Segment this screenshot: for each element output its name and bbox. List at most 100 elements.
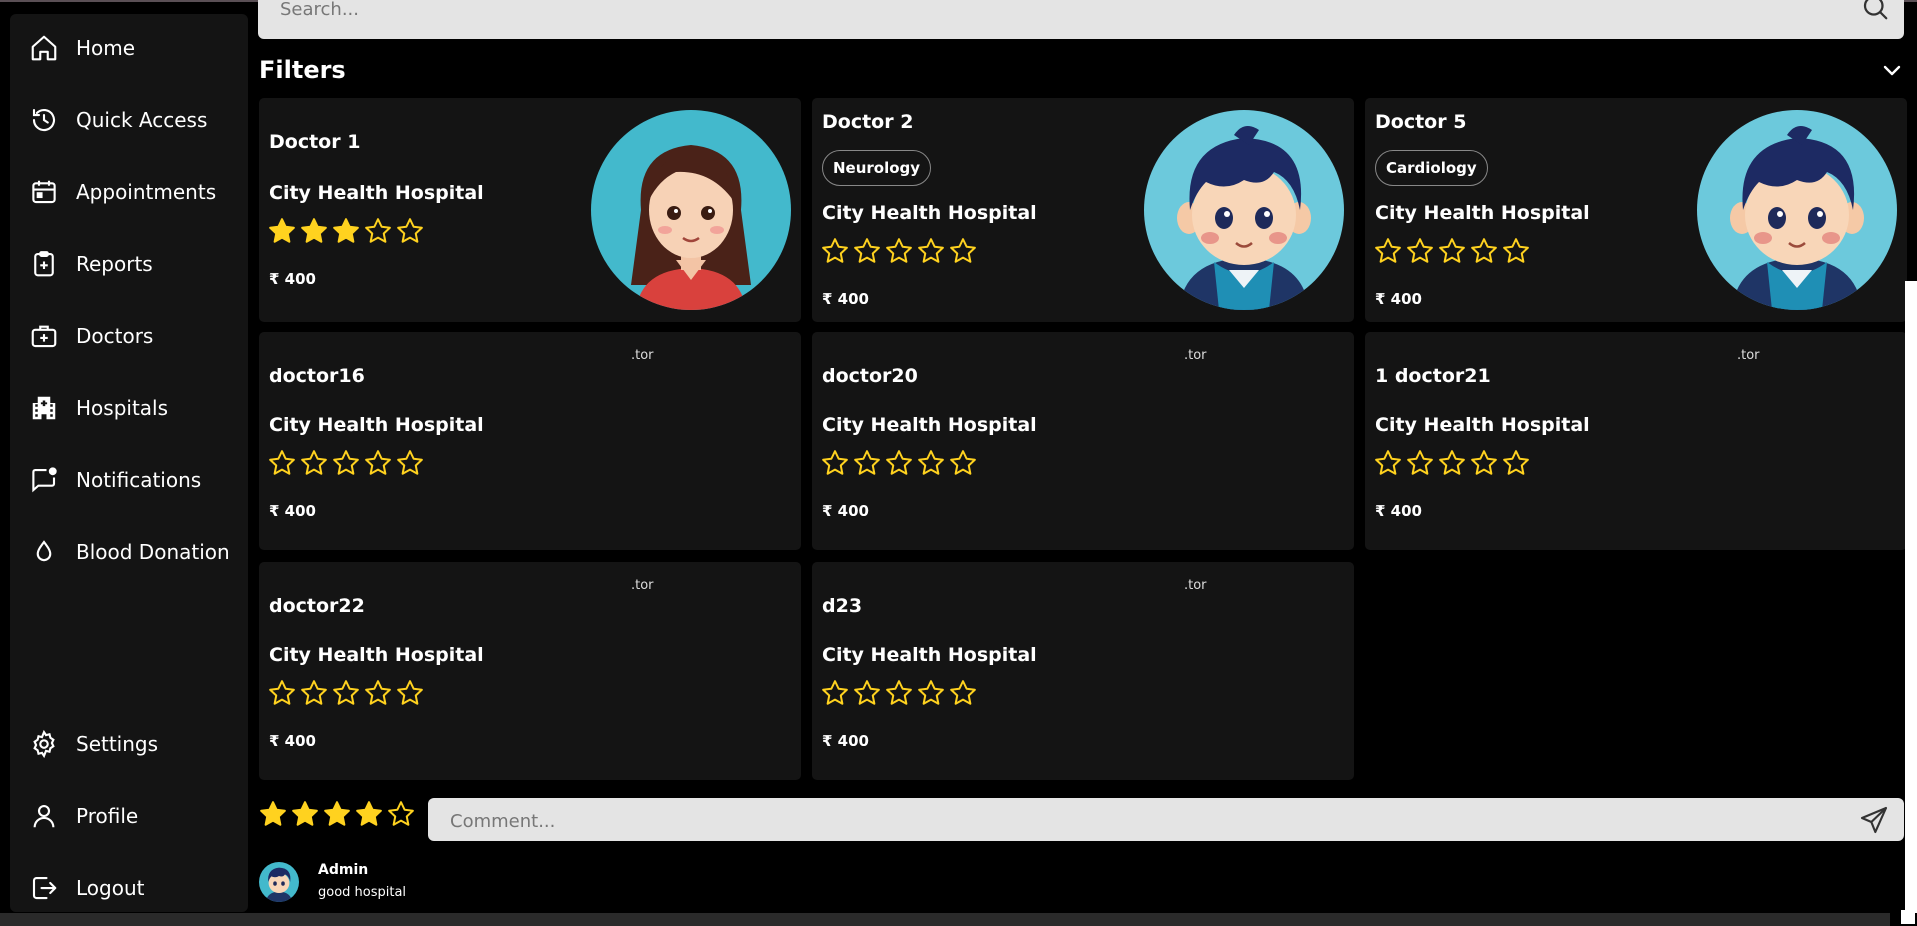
star-outline-icon bbox=[333, 450, 359, 475]
search-bar bbox=[258, 0, 1904, 39]
doctor-rating bbox=[267, 678, 425, 708]
sidebar-item-label: Home bbox=[76, 36, 136, 60]
broken-image-alt: .tor bbox=[1737, 348, 1760, 363]
star-outline-icon bbox=[950, 238, 976, 263]
star-outline-icon bbox=[397, 218, 423, 243]
doctor-avatar-female bbox=[591, 110, 791, 310]
doctor-rating bbox=[267, 216, 425, 246]
star-filled-icon[interactable] bbox=[258, 799, 288, 829]
star-filled-icon[interactable] bbox=[322, 799, 352, 829]
sidebar-item-appointments[interactable]: Appointments bbox=[28, 172, 243, 212]
broken-image-alt: .tor bbox=[631, 348, 654, 363]
star-outline-icon bbox=[1407, 238, 1433, 263]
star-outline-icon bbox=[397, 450, 423, 475]
broken-image-alt: .tor bbox=[631, 578, 654, 593]
sidebar-item-quick-access[interactable]: Quick Access bbox=[28, 100, 243, 140]
star-outline-icon bbox=[365, 680, 391, 705]
doctor-rating bbox=[820, 678, 978, 708]
star-outline-icon bbox=[854, 680, 880, 705]
star-outline-icon bbox=[1407, 450, 1433, 475]
specialty-tag[interactable]: Neurology bbox=[822, 150, 932, 186]
doctor-name: doctor16 bbox=[269, 365, 365, 387]
sidebar-item-label: Blood Donation bbox=[76, 540, 230, 564]
sidebar-item-home[interactable]: Home bbox=[28, 28, 243, 68]
sidebar-item-hospitals[interactable]: Hospitals bbox=[28, 388, 243, 428]
clipboard-plus-icon bbox=[28, 248, 60, 280]
doctor-hospital: City Health Hospital bbox=[269, 414, 484, 436]
specialty-tag[interactable]: Cardiology bbox=[1375, 150, 1488, 186]
star-outline-icon bbox=[918, 680, 944, 705]
comment-bar bbox=[428, 798, 1904, 841]
star-filled-icon[interactable] bbox=[290, 799, 320, 829]
review-avatar bbox=[259, 862, 299, 902]
doctor-fee: ₹ 400 bbox=[822, 502, 869, 520]
review-author: Admin bbox=[318, 862, 369, 878]
history-icon bbox=[28, 104, 60, 136]
medical-bag-icon bbox=[28, 320, 60, 352]
doctor-card[interactable]: Doctor 1 City Health Hospital ₹ 400 bbox=[259, 98, 801, 322]
chevron-down-icon[interactable] bbox=[1880, 58, 1904, 82]
sidebar-item-doctors[interactable]: Doctors bbox=[28, 316, 243, 356]
doctor-name: 1 doctor21 bbox=[1375, 365, 1491, 387]
sidebar: Home Quick Access Appointments Reports D… bbox=[10, 14, 248, 912]
doctor-name: Doctor 1 bbox=[269, 131, 361, 153]
doctor-rating bbox=[820, 448, 978, 478]
doctor-rating bbox=[267, 448, 425, 478]
search-icon[interactable] bbox=[1860, 0, 1890, 22]
star-outline-icon bbox=[854, 450, 880, 475]
star-outline-icon[interactable] bbox=[386, 799, 416, 829]
scrollbar-thumb[interactable] bbox=[1905, 281, 1917, 913]
doctor-name: doctor20 bbox=[822, 365, 918, 387]
sidebar-item-notifications[interactable]: Notifications bbox=[28, 460, 243, 500]
sidebar-item-logout[interactable]: Logout bbox=[28, 868, 243, 908]
doctor-fee: ₹ 400 bbox=[1375, 502, 1422, 520]
sidebar-item-blood-donation[interactable]: Blood Donation bbox=[28, 532, 243, 572]
search-input[interactable] bbox=[278, 0, 1782, 20]
doctor-fee: ₹ 400 bbox=[1375, 290, 1422, 308]
doctor-card[interactable]: .tor 1 doctor21 City Health Hospital ₹ 4… bbox=[1365, 332, 1907, 550]
doctor-card[interactable]: .tor doctor16 City Health Hospital ₹ 400 bbox=[259, 332, 801, 550]
doctor-name: Doctor 5 bbox=[1375, 111, 1467, 133]
star-outline-icon bbox=[1375, 238, 1401, 263]
star-filled-icon[interactable] bbox=[354, 799, 384, 829]
doctor-card[interactable]: .tor d23 City Health Hospital ₹ 400 bbox=[812, 562, 1354, 780]
sidebar-item-label: Appointments bbox=[76, 180, 217, 204]
doctor-fee: ₹ 400 bbox=[269, 732, 316, 750]
star-filled-icon bbox=[269, 218, 295, 243]
sidebar-item-label: Hospitals bbox=[76, 396, 169, 420]
star-filled-icon bbox=[301, 218, 327, 243]
doctor-fee: ₹ 400 bbox=[822, 290, 869, 308]
sidebar-item-reports[interactable]: Reports bbox=[28, 244, 243, 284]
doctor-card[interactable]: Doctor 2 Neurology City Health Hospital … bbox=[812, 98, 1354, 322]
star-outline-icon bbox=[1439, 450, 1465, 475]
sidebar-item-profile[interactable]: Profile bbox=[28, 796, 243, 836]
droplet-icon bbox=[28, 536, 60, 568]
doctor-card[interactable]: .tor doctor22 City Health Hospital ₹ 400 bbox=[259, 562, 801, 780]
doctor-hospital: City Health Hospital bbox=[822, 644, 1037, 666]
sidebar-item-label: Doctors bbox=[76, 324, 154, 348]
horizontal-scrollbar[interactable] bbox=[0, 913, 1890, 926]
sidebar-item-label: Reports bbox=[76, 252, 153, 276]
star-outline-icon bbox=[886, 680, 912, 705]
comment-input[interactable] bbox=[448, 809, 1832, 833]
star-outline-icon bbox=[950, 680, 976, 705]
filters-title: Filters bbox=[259, 56, 346, 84]
star-outline-icon bbox=[854, 238, 880, 263]
doctor-card[interactable]: .tor doctor20 City Health Hospital ₹ 400 bbox=[812, 332, 1354, 550]
star-outline-icon bbox=[918, 450, 944, 475]
star-outline-icon bbox=[365, 218, 391, 243]
doctor-hospital: City Health Hospital bbox=[269, 644, 484, 666]
rating-input[interactable] bbox=[258, 799, 416, 829]
broken-image-alt: .tor bbox=[1184, 578, 1207, 593]
doctor-fee: ₹ 400 bbox=[269, 270, 316, 288]
doctor-card[interactable]: Doctor 5 Cardiology City Health Hospital… bbox=[1365, 98, 1907, 322]
sidebar-item-label: Notifications bbox=[76, 468, 202, 492]
doctor-name: d23 bbox=[822, 595, 863, 617]
star-outline-icon bbox=[918, 238, 944, 263]
star-outline-icon bbox=[822, 238, 848, 263]
star-outline-icon bbox=[1503, 238, 1529, 263]
sidebar-item-settings[interactable]: Settings bbox=[28, 724, 243, 764]
star-outline-icon bbox=[1471, 238, 1497, 263]
send-icon[interactable] bbox=[1858, 804, 1890, 836]
star-outline-icon bbox=[269, 680, 295, 705]
